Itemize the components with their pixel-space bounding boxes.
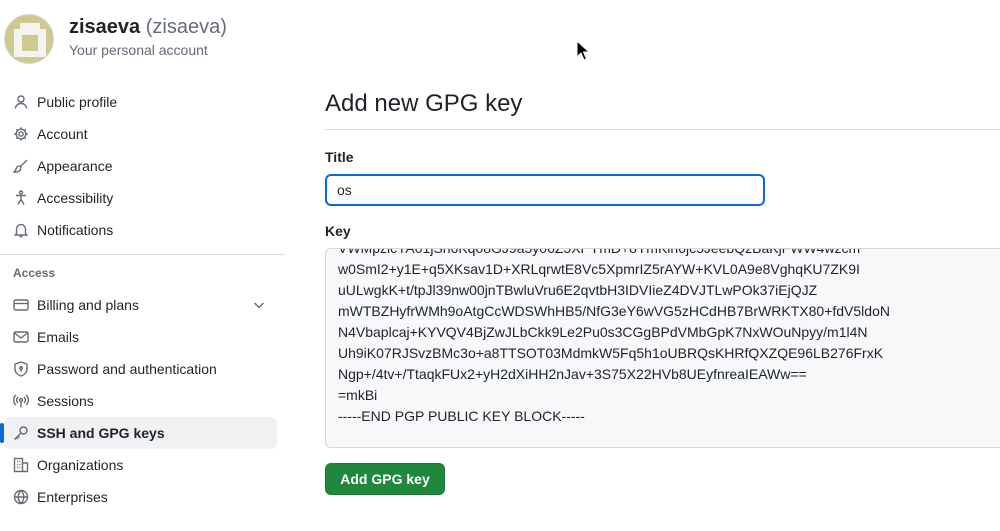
credit-card-icon <box>13 297 29 313</box>
sidebar-item-password[interactable]: Password and authentication <box>4 353 277 385</box>
main-content: Add new GPG key Title Key VWMpzlcYA01jSh… <box>325 0 1000 531</box>
title-divider <box>325 129 1000 130</box>
sidebar-item-label: Accessibility <box>37 190 114 206</box>
sidebar-item-accessibility[interactable]: Accessibility <box>4 182 277 214</box>
bell-icon <box>13 222 29 238</box>
avatar[interactable] <box>4 14 54 64</box>
sidebar-item-ssh-gpg-keys[interactable]: SSH and GPG keys <box>0 417 277 449</box>
key-label: Key <box>325 223 351 239</box>
person-icon <box>13 94 29 110</box>
account-header: zisaeva (zisaeva) Your personal account <box>0 0 300 70</box>
key-textarea[interactable]: VWMpzlcYA01jSh6Kq08GJ9a5y06Z5XPYmD+8YmKl… <box>325 248 1000 448</box>
broadcast-icon <box>13 393 29 409</box>
sidebar-item-emails[interactable]: Emails <box>4 321 277 353</box>
sidebar-item-public-profile[interactable]: Public profile <box>4 86 277 118</box>
paintbrush-icon <box>13 158 29 174</box>
key-icon <box>13 425 29 441</box>
sidebar-item-enterprises[interactable]: Enterprises <box>4 481 277 513</box>
key-line: Uh9iK07RJSvzBMc3o+a8TTSOT03MdmkW5Fq5h1oU… <box>338 345 884 361</box>
sidebar-item-sessions[interactable]: Sessions <box>4 385 277 417</box>
sidebar-item-organizations[interactable]: Organizations <box>4 449 277 481</box>
user-name[interactable]: zisaeva (zisaeva) <box>69 16 227 39</box>
sidebar-item-billing[interactable]: Billing and plans <box>4 289 277 321</box>
sidebar-item-label: SSH and GPG keys <box>37 425 165 441</box>
sidebar-item-label: Emails <box>37 329 80 345</box>
key-line: -----END PGP PUBLIC KEY BLOCK----- <box>338 408 585 424</box>
sidebar-item-label: Password and authentication <box>37 361 217 377</box>
globe-icon <box>13 489 29 505</box>
sidebar-item-label: Account <box>37 126 88 142</box>
organization-icon <box>13 457 29 473</box>
user-display-name: zisaeva <box>69 16 141 38</box>
chevron-down-icon[interactable] <box>251 297 267 313</box>
settings-sidebar: Public profile Account Appearance Access… <box>0 86 285 513</box>
page-title: Add new GPG key <box>325 90 523 117</box>
key-line: Ngp+/4tv+/TtaqkFUx2+yH2dXiHH2nJav+3S75X2… <box>338 366 807 382</box>
sidebar-item-appearance[interactable]: Appearance <box>4 150 277 182</box>
user-login: (zisaeva) <box>145 16 227 38</box>
sidebar-group-title: Access <box>13 266 56 280</box>
title-label: Title <box>325 149 354 165</box>
sidebar-item-account[interactable]: Account <box>4 118 277 150</box>
gear-icon <box>13 126 29 142</box>
key-line: w0SmI2+y1E+q5XKsav1D+XRLqrwtE8Vc5XpmrIZ5… <box>338 261 860 277</box>
key-line: VWMpzlcYA01jSh6Kq08GJ9a5y06Z5XPYmD+8YmKl… <box>338 248 861 256</box>
sidebar-item-label: Enterprises <box>37 489 108 505</box>
add-gpg-key-button[interactable]: Add GPG key <box>325 463 445 495</box>
mouse-cursor-icon <box>576 40 590 61</box>
key-text: VWMpzlcYA01jSh6Kq08GJ9a5y06Z5XPYmD+8YmKl… <box>338 248 890 427</box>
key-line: uULwgkK+t/tpJl39nw00jnTBwluVru6E2qvtbH3I… <box>338 282 818 298</box>
mail-icon <box>13 329 29 345</box>
sidebar-item-notifications[interactable]: Notifications <box>4 214 277 246</box>
sidebar-item-label: Billing and plans <box>37 297 139 313</box>
accessibility-icon <box>13 190 29 206</box>
shield-lock-icon <box>13 361 29 377</box>
sidebar-item-label: Sessions <box>37 393 94 409</box>
key-line: =mkBi <box>338 387 378 403</box>
sidebar-item-label: Organizations <box>37 457 124 473</box>
key-line: N4Vbaplcaj+KYVQV4BjZwJLbCkk9Le2Pu0s3CGgB… <box>338 324 868 340</box>
sidebar-item-label: Appearance <box>37 158 113 174</box>
title-input[interactable] <box>325 174 765 206</box>
account-subtitle: Your personal account <box>69 42 208 58</box>
key-line: mWTBZHyfrWMh9oAtgCcWDSWhHB5/NfG3eY6wVG5z… <box>338 303 890 319</box>
sidebar-item-label: Notifications <box>37 222 114 238</box>
sidebar-item-label: Public profile <box>37 94 118 110</box>
